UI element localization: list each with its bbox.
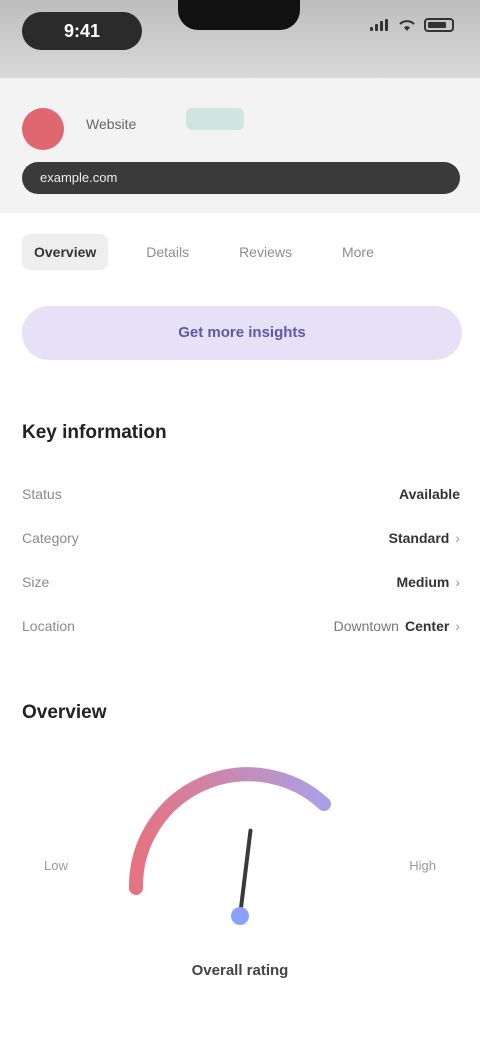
status-bar: 9:41 (0, 0, 480, 78)
chevron-right-icon: › (455, 530, 460, 546)
battery-icon (424, 18, 454, 32)
info-value-sub: Downtown (333, 618, 399, 634)
site-badge (186, 108, 244, 130)
gauge-needle (238, 828, 253, 918)
info-value: Downtown Center › (334, 618, 460, 634)
info-label: Category (22, 530, 79, 546)
info-title: Key information (22, 422, 167, 443)
info-value: Standard › (389, 530, 460, 546)
score-gauge: Low High (0, 750, 480, 970)
info-value-text: Medium (396, 574, 450, 590)
info-row-size[interactable]: Size Medium › (22, 560, 460, 604)
info-value: Available (399, 486, 460, 502)
dynamic-island (178, 0, 300, 30)
tab-details[interactable]: Details (134, 234, 201, 270)
info-value: Medium › (396, 574, 460, 590)
info-row-location[interactable]: Location Downtown Center › (22, 604, 460, 648)
tab-bar: Overview Details Reviews More (22, 230, 458, 274)
tab-overview[interactable]: Overview (22, 234, 109, 270)
score-footer[interactable]: Overall rating (0, 962, 480, 979)
info-label: Location (22, 618, 75, 634)
gauge-svg (128, 767, 331, 925)
browser-header: Website example.com (0, 78, 480, 213)
gauge-high-label: High (409, 858, 436, 873)
chevron-right-icon: › (455, 618, 460, 634)
signal-icon (370, 19, 390, 31)
gauge-center-dot (231, 907, 249, 925)
info-value-text: Available (399, 486, 460, 502)
info-value-text: Standard (388, 530, 450, 546)
promo-button[interactable]: Get more insights (22, 306, 462, 360)
gauge-arc (128, 767, 331, 895)
info-row-category[interactable]: Category Standard › (22, 516, 460, 560)
info-label: Size (22, 574, 50, 590)
info-row-status: Status Available (22, 472, 460, 516)
tab-reviews[interactable]: Reviews (227, 234, 304, 270)
site-title: Website (86, 116, 137, 132)
wifi-icon (399, 20, 415, 31)
info-value-text: Center (404, 618, 450, 634)
score-title: Overview (22, 702, 107, 723)
url-bar[interactable]: example.com (22, 162, 460, 194)
info-list: Status Available Category Standard › Siz… (22, 472, 460, 648)
gauge-low-label: Low (44, 858, 68, 873)
info-label: Status (22, 486, 62, 502)
site-avatar[interactable] (22, 108, 64, 150)
status-icons (370, 18, 454, 32)
status-time: 9:41 (63, 21, 101, 41)
chevron-right-icon: › (455, 574, 460, 590)
tab-more[interactable]: More (330, 234, 386, 270)
